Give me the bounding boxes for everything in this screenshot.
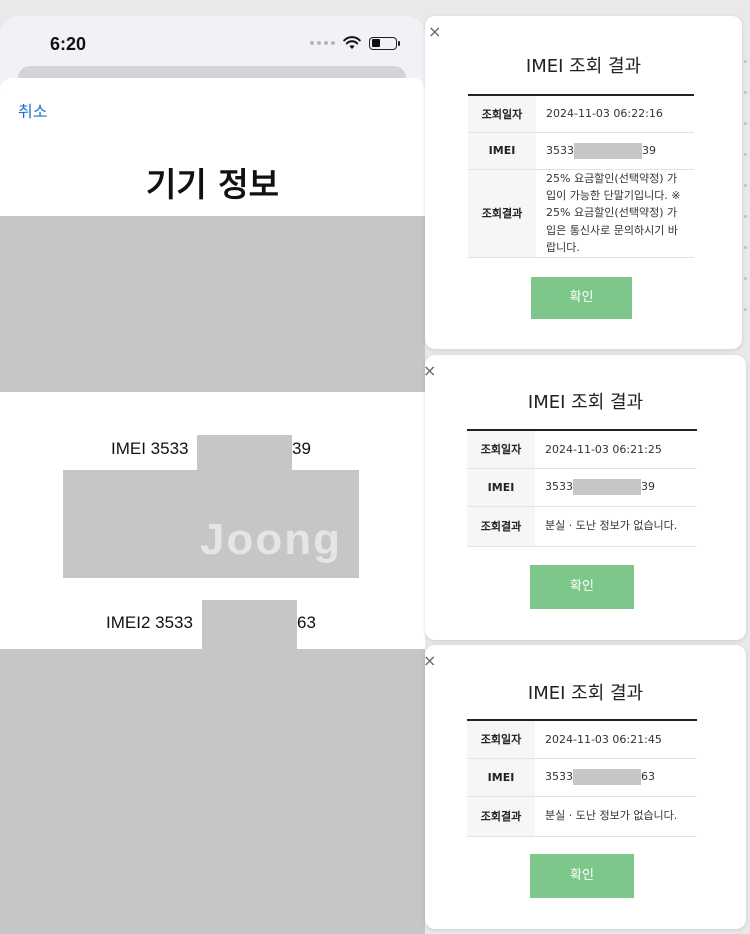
close-icon[interactable]: × [423, 361, 436, 380]
result-value: 분실 · 도난 정보가 없습니다. [535, 506, 697, 547]
table-row: 조회결과 분실 · 도난 정보가 없습니다. [467, 796, 697, 837]
status-icons [310, 36, 400, 50]
imei-value: 3533 63 [535, 758, 697, 797]
dialog-title: IMEI 조회 결과 [525, 56, 642, 77]
imei-redaction [573, 769, 641, 786]
cancel-button[interactable]: 취소 [18, 98, 47, 122]
screenshot-collage: 6:20 취소 기기 정보 IMEI 3533 39 IMEI2 3533 63… [0, 0, 750, 934]
barcode-redaction-bottom [0, 649, 425, 934]
cellular-signal-icon [310, 41, 335, 45]
result-table: 조회일자 2024-11-03 06:21:45 IMEI 3533 63 조회결… [467, 719, 697, 837]
dialog-title: IMEI 조회 결과 [527, 392, 644, 413]
table-row: 조회일자 2024-11-03 06:22:16 [468, 95, 694, 133]
table-row: 조회일자 2024-11-03 06:21:25 [467, 430, 697, 469]
confirm-button[interactable]: 확인 [530, 565, 634, 609]
imei-label: IMEI [467, 468, 535, 507]
edge-dots-decoration [744, 60, 747, 339]
table-row: 조회결과 분실 · 도난 정보가 없습니다. [467, 506, 697, 547]
imei1-suffix: 39 [292, 439, 311, 458]
dialog-title: IMEI 조회 결과 [527, 683, 644, 704]
sheet-title: 기기 정보 [146, 165, 279, 204]
result-value: 분실 · 도난 정보가 없습니다. [535, 796, 697, 837]
wifi-icon [343, 36, 361, 49]
imei2-suffix: 63 [297, 613, 316, 632]
result-table: 조회일자 2024-11-03 06:21:25 IMEI 3533 39 조회결… [467, 429, 697, 547]
close-icon[interactable]: × [423, 651, 436, 670]
imei-result-dialog-2: × IMEI 조회 결과 조회일자 2024-11-03 06:21:25 IM… [423, 355, 746, 640]
table-row: IMEI 3533 39 [468, 132, 694, 170]
imei-result-dialog-1: × IMEI 조회 결과 조회일자 2024-11-03 06:22:16 IM… [425, 16, 742, 349]
date-label: 조회일자 [468, 95, 536, 133]
imei-prefix: 3533 [546, 143, 574, 157]
imei1-prefix: IMEI 3533 [111, 439, 189, 458]
imei-prefix: 3533 [545, 480, 573, 494]
imei-result-dialog-3: × IMEI 조회 결과 조회일자 2024-11-03 06:21:45 IM… [423, 645, 746, 929]
table-row: IMEI 3533 63 [467, 758, 697, 797]
date-label: 조회일자 [467, 430, 535, 469]
phone-screen: 6:20 취소 기기 정보 IMEI 3533 39 IMEI2 3533 63… [0, 16, 425, 934]
watermark: Joong [200, 515, 342, 564]
imei2-prefix: IMEI2 3533 [106, 613, 193, 632]
status-time: 6:20 [50, 34, 87, 54]
barcode-redaction-middle-bottom-right [263, 566, 359, 578]
result-value: 25% 요금할인(선택약정) 가입이 가능한 단말기입니다. ※ 25% 요금할… [536, 169, 694, 258]
confirm-button[interactable]: 확인 [531, 277, 632, 319]
table-row: IMEI 3533 39 [467, 468, 697, 507]
imei2-redaction [202, 600, 297, 650]
imei-value: 3533 39 [535, 468, 697, 507]
battery-icon [369, 36, 400, 50]
status-bar: 6:20 [0, 16, 425, 72]
imei-redaction [573, 479, 641, 496]
barcode-redaction-top [0, 216, 425, 392]
date-value: 2024-11-03 06:21:45 [535, 720, 697, 759]
imei-value: 3533 39 [536, 132, 694, 170]
imei-prefix: 3533 [545, 770, 573, 784]
confirm-button[interactable]: 확인 [530, 854, 634, 898]
result-label: 조회결과 [467, 796, 535, 837]
imei-suffix: 39 [642, 143, 656, 157]
table-row: 조회결과 25% 요금할인(선택약정) 가입이 가능한 단말기입니다. ※ 25… [468, 169, 694, 258]
imei-suffix: 39 [641, 480, 655, 494]
result-table: 조회일자 2024-11-03 06:22:16 IMEI 3533 39 조회결… [468, 94, 694, 258]
imei-redaction [574, 142, 642, 159]
result-label: 조회결과 [468, 169, 536, 258]
date-value: 2024-11-03 06:21:25 [535, 430, 697, 469]
imei-label: IMEI [467, 758, 535, 797]
result-label: 조회결과 [467, 506, 535, 547]
table-row: 조회일자 2024-11-03 06:21:45 [467, 720, 697, 759]
date-value: 2024-11-03 06:22:16 [536, 95, 694, 133]
close-icon[interactable]: × [428, 22, 441, 41]
device-info-sheet: 취소 기기 정보 IMEI 3533 39 IMEI2 3533 63 Joon… [0, 78, 425, 934]
imei-label: IMEI [468, 132, 536, 170]
imei-suffix: 63 [641, 770, 655, 784]
date-label: 조회일자 [467, 720, 535, 759]
barcode-redaction-middle-bottom [63, 566, 229, 578]
